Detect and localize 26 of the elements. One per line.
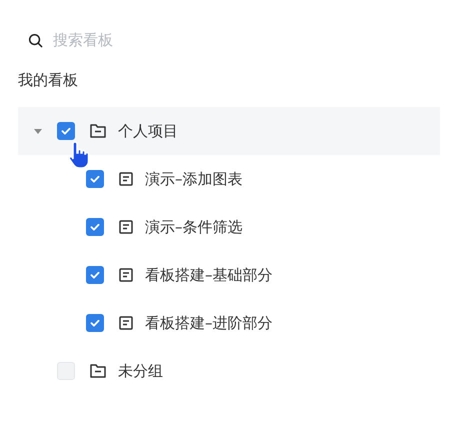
checkbox[interactable] (57, 122, 75, 140)
tree-item-label: 看板搭建–基础部分 (145, 266, 272, 284)
tree-item-label: 看板搭建–进阶部分 (145, 314, 272, 332)
caret-icon[interactable] (34, 128, 42, 134)
checkbox[interactable] (86, 170, 104, 188)
tree-row[interactable]: 看板搭建–进阶部分 (18, 299, 440, 347)
folder-icon (90, 364, 106, 378)
document-icon (119, 220, 133, 234)
tree-item-label: 演示–添加图表 (145, 170, 242, 188)
tree-row[interactable]: 演示–添加图表 (18, 155, 440, 203)
tree-item-label: 未分组 (118, 362, 163, 380)
checkbox[interactable] (86, 314, 104, 332)
checkbox[interactable] (86, 218, 104, 236)
document-icon (119, 268, 133, 282)
tree-item-label: 演示–条件筛选 (145, 218, 242, 236)
document-icon (119, 172, 133, 186)
section-title: 我的看板 (18, 70, 79, 91)
tree-item-label: 个人项目 (118, 122, 178, 140)
hand-cursor-icon (68, 140, 90, 170)
tree-row[interactable]: 未分组 (18, 347, 440, 395)
tree-row[interactable]: 演示–条件筛选 (18, 203, 440, 251)
folder-icon (90, 124, 106, 138)
tree-row[interactable]: 看板搭建–基础部分 (18, 251, 440, 299)
document-icon (119, 316, 133, 330)
search-icon (28, 32, 43, 48)
checkbox[interactable] (86, 266, 104, 284)
